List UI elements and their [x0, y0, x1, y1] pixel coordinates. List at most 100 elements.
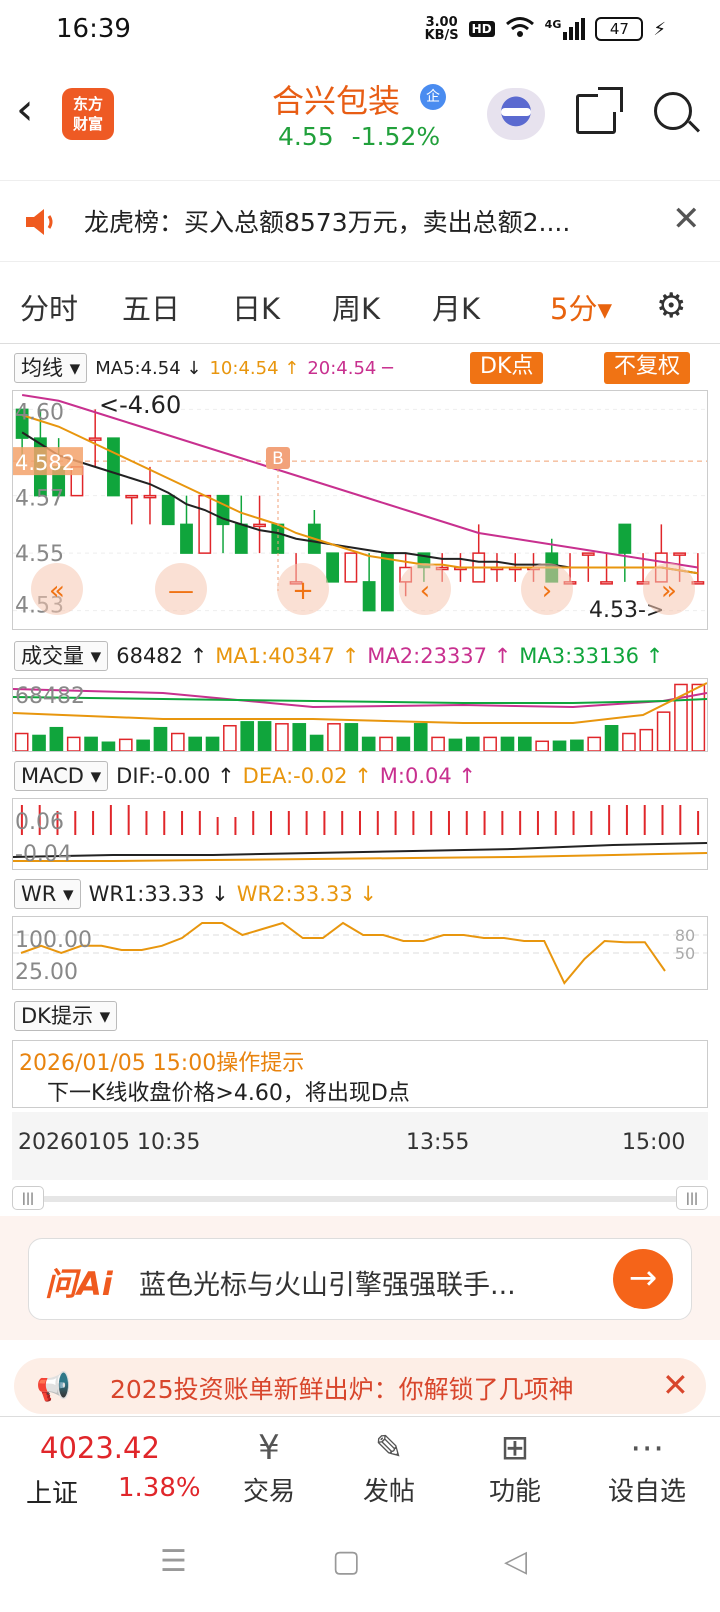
kline-panel[interactable]: 4.604.5824.574.554.53<-4.604.53->B«—+‹›»: [12, 390, 708, 630]
share-icon[interactable]: [576, 87, 623, 134]
volume-bar: [136, 739, 150, 752]
volume-bar: [500, 736, 515, 752]
volume-bar: [465, 736, 480, 752]
ma-dropdown[interactable]: 均线 ▾: [14, 353, 88, 383]
volume-legend: 成交量 ▾ 68482 ↑ MA1:40347 ↑ MA2:23337 ↑ MA…: [14, 640, 663, 672]
candle-body: [673, 552, 687, 556]
ai-assistant-bar: 问Ai 蓝色光标与火山引擎强强联手... →: [0, 1216, 720, 1340]
bottom-nav: 4023.42 上证 1.38% ¥ 交易 ✎ 发帖 ⊞ 功能 ⋯ 设自选: [0, 1416, 720, 1514]
volume-value: 68482 ↑: [116, 644, 208, 668]
wifi-icon: [505, 16, 535, 42]
high-marker-label: <-4.60: [99, 391, 181, 419]
time-label-end: 15:00: [622, 1130, 686, 1155]
promo-text: 2025投资账单新鲜出炉：你解锁了几项神: [110, 1375, 574, 1404]
dk-tip-message: 下一K线收盘价格>4.60，将出现D点: [47, 1081, 410, 1106]
battery-icon: 47: [595, 17, 644, 41]
wr-panel[interactable]: 100.00 25.00 80 50: [12, 916, 708, 990]
volume-bar: [639, 728, 654, 752]
volume-bar: [587, 736, 602, 752]
macd-dropdown[interactable]: MACD ▾: [14, 761, 109, 791]
assistant-robot-icon[interactable]: [487, 88, 545, 140]
vol-ma2: MA2:23337 ↑: [367, 644, 512, 668]
close-promo-icon[interactable]: ✕: [662, 1366, 689, 1404]
volume-bar: [535, 740, 549, 752]
volume-bar: [413, 723, 428, 752]
nav-watchlist[interactable]: ⋯ 设自选: [592, 1425, 702, 1508]
back-icon[interactable]: ‹: [16, 88, 34, 132]
volume-bar: [604, 724, 619, 752]
trade-icon: ¥: [258, 1428, 280, 1468]
y-tick-label: -0.04: [15, 842, 72, 867]
hd-icon: HD: [468, 21, 495, 37]
tab-weekly-k[interactable]: 周K: [332, 286, 380, 328]
volume-bar: [292, 723, 307, 752]
ma20-value: 20:4.54 ─: [307, 357, 393, 379]
dk-tip-panel: 2026/01/05 15:00操作提示 下一K线收盘价格>4.60，将出现D点: [12, 1040, 708, 1108]
tab-monthly-k[interactable]: 月K: [432, 286, 480, 328]
back-triangle-icon[interactable]: ◁: [504, 1544, 527, 1579]
no-adjust-button[interactable]: 不复权: [604, 352, 691, 384]
volume-bar: [257, 721, 272, 752]
volume-bar: [205, 736, 220, 752]
dk-dropdown[interactable]: DK提示 ▾: [14, 1001, 118, 1031]
charging-icon: ⚡: [653, 18, 666, 40]
wr-ref-50: 50: [675, 944, 695, 963]
volume-bar: [327, 723, 341, 752]
gear-icon[interactable]: ⚙: [656, 286, 686, 326]
volume-panel[interactable]: 68482: [12, 678, 708, 752]
candle-body: [125, 494, 139, 499]
volume-bar: [518, 736, 532, 752]
signal-icon: 4G: [545, 18, 586, 40]
candle-body: [581, 552, 595, 556]
nav-trade[interactable]: ¥ 交易: [224, 1425, 314, 1508]
kline-chart: 4.604.5824.574.554.53<-4.604.53->B«—+‹›»: [13, 391, 707, 623]
promo-banner[interactable]: 📢 2025投资账单新鲜出炉：你解锁了几项神 ✕: [14, 1358, 706, 1414]
dk-point-button[interactable]: DK点: [470, 352, 544, 384]
search-icon[interactable]: [654, 92, 692, 130]
period-tabs: 分时 五日 日K 周K 月K 5分▾ ⚙: [0, 270, 720, 344]
dragon-tiger-notice[interactable]: 龙虎榜：买入总额8573万元，卖出总额2.... ✕: [0, 180, 720, 262]
ai-input[interactable]: 问Ai 蓝色光标与火山引擎强强联手... →: [28, 1238, 692, 1320]
vol-ma3: MA3:33136 ↑: [519, 644, 664, 668]
wr-dropdown[interactable]: WR ▾: [14, 879, 81, 909]
candle-body: [161, 494, 175, 526]
volume-dropdown[interactable]: 成交量 ▾: [14, 641, 109, 671]
volume-bar: [275, 723, 289, 752]
nav-functions[interactable]: ⊞ 功能: [470, 1425, 560, 1508]
ma10-value: 10:4.54 ↑: [209, 357, 300, 379]
home-icon[interactable]: ▢: [332, 1544, 360, 1579]
menu-icon[interactable]: ☰: [160, 1544, 187, 1579]
y-tick-label: 4.60: [15, 400, 64, 425]
tab-daily-k[interactable]: 日K: [232, 286, 280, 328]
chart-nav-glyph: ‹: [420, 576, 430, 606]
chart-nav-glyph: «: [49, 576, 65, 606]
index-change: 1.38%: [118, 1473, 201, 1503]
tab-5min[interactable]: 5分▾: [550, 286, 612, 328]
y-tick-label: 0.06: [15, 810, 64, 835]
macd-chart: 0.06 -0.04: [12, 805, 708, 867]
candle-body: [362, 581, 376, 612]
arrow-right-icon[interactable]: →: [613, 1249, 673, 1309]
close-icon[interactable]: ✕: [672, 199, 701, 239]
tab-fenshi[interactable]: 分时: [20, 286, 78, 328]
network-speed: 3.00 KB/S: [424, 15, 459, 43]
volume-bar: [188, 736, 202, 752]
macd-panel[interactable]: 0.06 -0.04: [12, 798, 708, 870]
candle-body: [344, 552, 358, 583]
volume-bar: [153, 726, 168, 752]
scroll-handle-right[interactable]: |||: [676, 1186, 708, 1210]
volume-bar: [379, 736, 393, 752]
system-nav: ☰ ▢ ◁: [0, 1514, 720, 1612]
ma-line-ma20: [21, 394, 699, 569]
nav-post[interactable]: ✎ 发帖: [344, 1425, 434, 1508]
speaker-icon: [26, 209, 53, 235]
candle-body: [326, 552, 340, 583]
tab-wuri[interactable]: 五日: [122, 286, 180, 328]
candle-body: [618, 523, 632, 554]
volume-bar: [223, 724, 237, 752]
wr-ref-80: 80: [675, 926, 695, 945]
app-logo: 东方财富: [62, 88, 114, 140]
volume-bar: [32, 734, 46, 752]
chart-scrollbar[interactable]: ||| |||: [12, 1184, 708, 1212]
scroll-handle-left[interactable]: |||: [12, 1186, 44, 1210]
